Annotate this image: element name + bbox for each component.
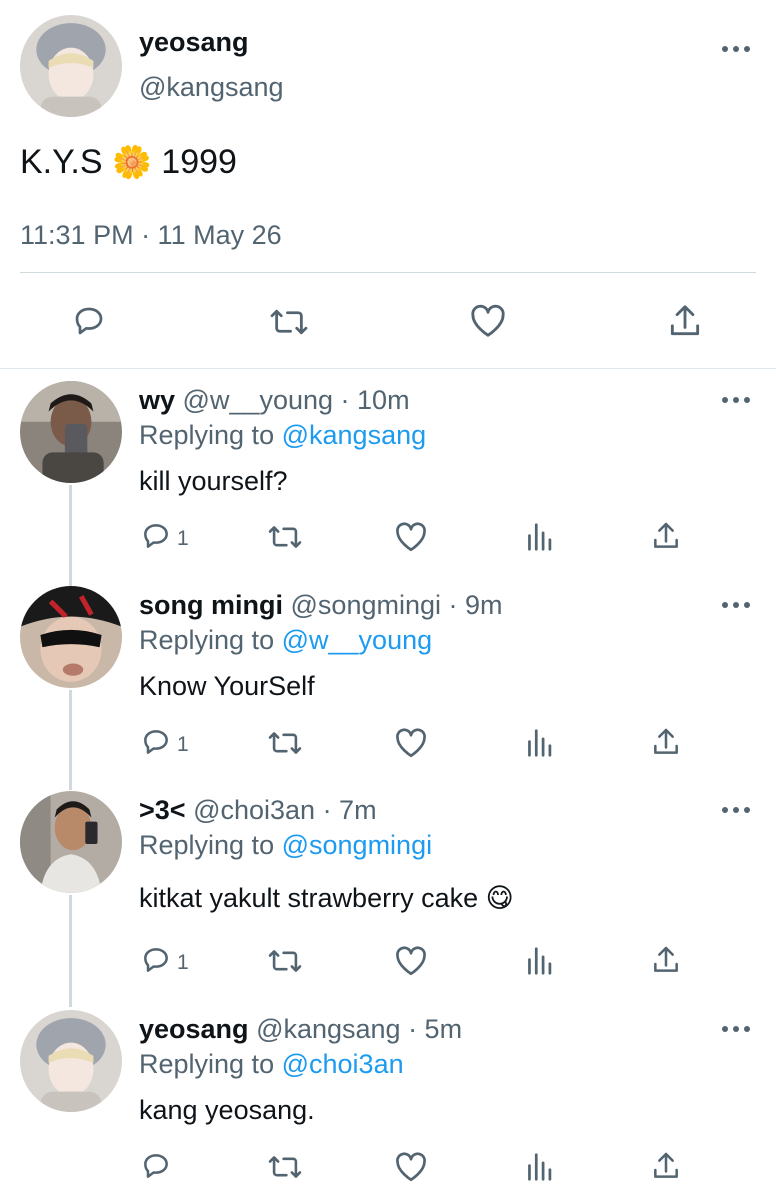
like-icon[interactable]: [394, 945, 428, 977]
replying-to-link[interactable]: @choi3an: [282, 1049, 404, 1079]
handle-time[interactable]: @songmingi · 9m: [291, 590, 503, 620]
like-icon[interactable]: [394, 521, 428, 553]
replying-prefix: Replying to: [139, 1049, 275, 1079]
display-name[interactable]: yeosang: [139, 1014, 249, 1044]
reply-text: kitkat yakult strawberry cake 😋: [139, 883, 514, 914]
reply-count: 1: [177, 527, 189, 550]
reply-header: yeosang @kangsang · 5m: [139, 1014, 462, 1045]
replying-prefix: Replying to: [139, 830, 275, 860]
reply-icon[interactable]: [70, 303, 108, 339]
share-icon[interactable]: [651, 520, 681, 552]
more-icon[interactable]: [722, 44, 750, 54]
reply-text: Know YourSelf: [139, 671, 315, 701]
replying-to-link[interactable]: @kangsang: [282, 420, 427, 450]
divider: [20, 272, 756, 273]
analytics-icon[interactable]: [525, 946, 553, 976]
replying-to: Replying to @songmingi: [139, 830, 432, 861]
replying-to: Replying to @w__young: [139, 625, 432, 656]
more-icon[interactable]: [722, 1024, 750, 1034]
more-icon[interactable]: [722, 805, 750, 815]
avatar-choi3an[interactable]: [20, 791, 122, 893]
avatar-song-mingi[interactable]: [20, 586, 122, 688]
reply-count: 1: [177, 733, 189, 756]
replying-to: Replying to @kangsang: [139, 420, 426, 451]
tweet-text-before: K.Y.S: [20, 143, 103, 181]
retweet-icon[interactable]: [268, 305, 310, 339]
avatar-wy[interactable]: [20, 381, 122, 483]
like-icon[interactable]: [394, 727, 428, 759]
analytics-icon[interactable]: [525, 1152, 553, 1182]
replying-prefix: Replying to: [139, 420, 275, 450]
analytics-icon[interactable]: [525, 522, 553, 552]
thread-line: [69, 895, 72, 1007]
share-icon[interactable]: [651, 726, 681, 758]
handle-time[interactable]: @kangsang · 5m: [256, 1014, 462, 1044]
handle-time[interactable]: @w__young · 10m: [183, 385, 410, 415]
reply-text-body: kitkat yakult strawberry cake: [139, 883, 479, 913]
like-icon[interactable]: [394, 1151, 428, 1183]
display-name[interactable]: song mingi: [139, 590, 283, 620]
share-icon[interactable]: [667, 302, 703, 340]
replying-to: Replying to @choi3an: [139, 1049, 404, 1080]
tweet-text: K.Y.S 🌼 1999: [20, 143, 237, 182]
yum-emoji: 😋: [485, 883, 514, 913]
share-icon[interactable]: [651, 944, 681, 976]
more-icon[interactable]: [722, 600, 750, 610]
thread-line: [69, 485, 72, 587]
display-name[interactable]: yeosang: [139, 27, 249, 58]
handle-time[interactable]: @choi3an · 7m: [193, 795, 377, 825]
reply-header: wy @w__young · 10m: [139, 385, 410, 416]
share-icon[interactable]: [651, 1150, 681, 1182]
tweet-timestamp[interactable]: 11:31 PM · 11 May 26: [20, 220, 282, 251]
analytics-icon[interactable]: [525, 728, 553, 758]
retweet-icon[interactable]: [266, 522, 304, 552]
flower-emoji: 🌼: [112, 144, 152, 180]
reply-header: song mingi @songmingi · 9m: [139, 590, 503, 621]
section-divider: [0, 368, 776, 369]
retweet-icon[interactable]: [266, 728, 304, 758]
like-icon[interactable]: [469, 303, 507, 339]
replying-prefix: Replying to: [139, 625, 275, 655]
reply-count: 1: [177, 951, 189, 974]
reply-header: >3< @choi3an · 7m: [139, 795, 377, 826]
retweet-icon[interactable]: [266, 1152, 304, 1182]
avatar-yeosang[interactable]: [20, 1010, 122, 1112]
reply-icon[interactable]: [139, 1150, 173, 1182]
more-icon[interactable]: [722, 395, 750, 405]
thread-line: [69, 690, 72, 790]
handle[interactable]: @kangsang: [139, 72, 284, 103]
display-name[interactable]: >3<: [139, 795, 186, 825]
reply-icon[interactable]: [139, 726, 173, 758]
reply-icon[interactable]: [139, 520, 173, 552]
display-name[interactable]: wy: [139, 385, 175, 415]
tweet-text-after: 1999: [161, 143, 237, 181]
replying-to-link[interactable]: @w__young: [282, 625, 433, 655]
retweet-icon[interactable]: [266, 946, 304, 976]
replying-to-link[interactable]: @songmingi: [282, 830, 432, 860]
reply-text: kill yourself?: [139, 466, 288, 496]
reply-icon[interactable]: [139, 944, 173, 976]
reply-text: kang yeosang.: [139, 1095, 315, 1125]
avatar-yeosang[interactable]: [20, 15, 122, 117]
